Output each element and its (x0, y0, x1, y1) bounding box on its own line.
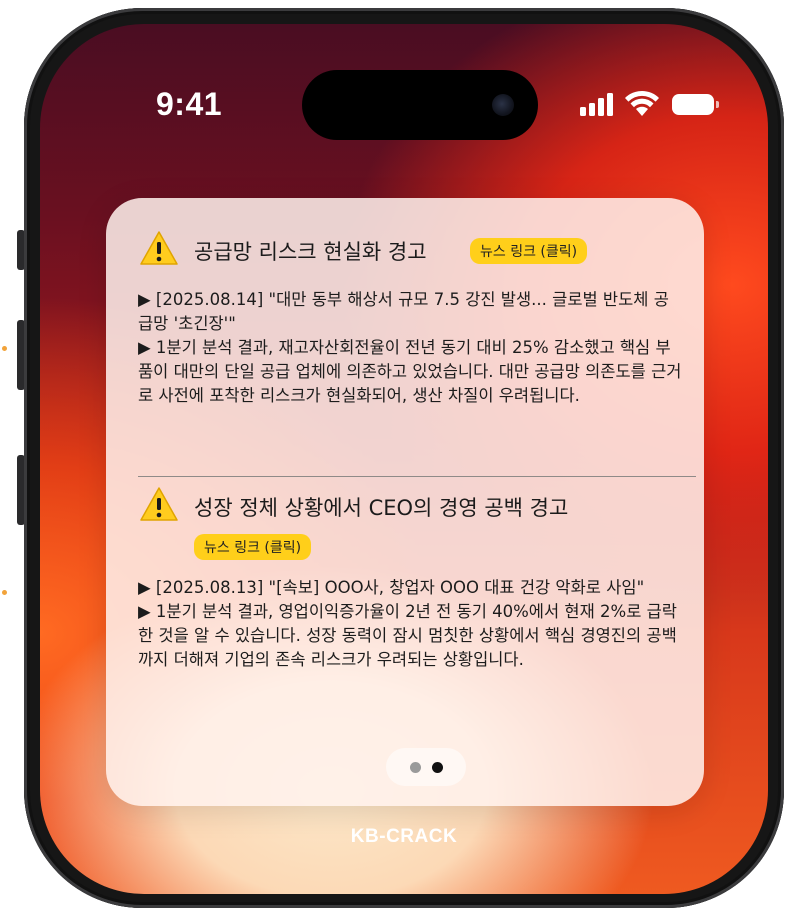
alert-title-row: 성장 정체 상황에서 CEO의 경영 공백 경고 뉴스 링크 (클릭) (106, 484, 704, 560)
alert-body: ▶ [2025.08.14] "대만 동부 해상서 규모 7.5 강진 발생..… (138, 288, 684, 408)
side-marker-dot (2, 346, 7, 351)
page-dot-1[interactable] (410, 762, 421, 773)
dynamic-island (302, 70, 538, 140)
app-name: KB-CRACK (350, 826, 458, 847)
alert-title: 공급망 리스크 현실화 경고 (194, 240, 427, 264)
page-dot-2[interactable] (432, 762, 443, 773)
front-camera-icon (492, 94, 514, 116)
notification-card[interactable]: 공급망 리스크 현실화 경고 뉴스 링크 (클릭) ▶ [2025.08.14]… (106, 198, 704, 806)
news-link-button[interactable]: 뉴스 링크 (클릭) (194, 534, 312, 560)
alert-item[interactable]: 공급망 리스크 현실화 경고 뉴스 링크 (클릭) ▶ [2025.08.14]… (106, 228, 704, 405)
alert-item[interactable]: 성장 정체 상황에서 CEO의 경영 공백 경고 뉴스 링크 (클릭) ▶ [2… (106, 484, 704, 669)
news-link-button[interactable]: 뉴스 링크 (클릭) (470, 238, 588, 264)
warning-icon (140, 231, 178, 265)
analysis-text: ▶ 1분기 분석 결과, 재고자산회전율이 전년 동기 대비 25% 감소했고 … (138, 338, 682, 405)
news-headline: ▶ [2025.08.13] "[속보] OOO사, 창업자 OOO 대표 건강… (138, 578, 645, 597)
alert-title: 성장 정체 상황에서 CEO의 경영 공백 경고 (194, 496, 569, 520)
phone-frame: 9:41 공급망 리스크 현실화 경고 뉴스 링크 (클릭) ▶ [2025.0… (24, 8, 784, 908)
lock-screen: 9:41 공급망 리스크 현실화 경고 뉴스 링크 (클릭) ▶ [2025.0… (40, 24, 768, 894)
divider (138, 476, 696, 477)
wifi-icon (625, 90, 659, 116)
news-headline: ▶ [2025.08.14] "대만 동부 해상서 규모 7.5 강진 발생..… (138, 290, 669, 333)
warning-icon (140, 487, 178, 521)
alert-title-row: 공급망 리스크 현실화 경고 뉴스 링크 (클릭) (106, 228, 704, 272)
battery-icon (672, 94, 719, 115)
page-indicator[interactable] (386, 748, 466, 786)
analysis-text: ▶ 1분기 분석 결과, 영업이익증가율이 2년 전 동기 40%에서 현재 2… (138, 602, 677, 669)
alert-body: ▶ [2025.08.13] "[속보] OOO사, 창업자 OOO 대표 건강… (138, 576, 684, 672)
status-time: 9:41 (156, 86, 223, 122)
cellular-signal-icon (580, 92, 620, 118)
status-bar: 9:41 (40, 24, 768, 144)
side-marker-dot (2, 590, 7, 595)
